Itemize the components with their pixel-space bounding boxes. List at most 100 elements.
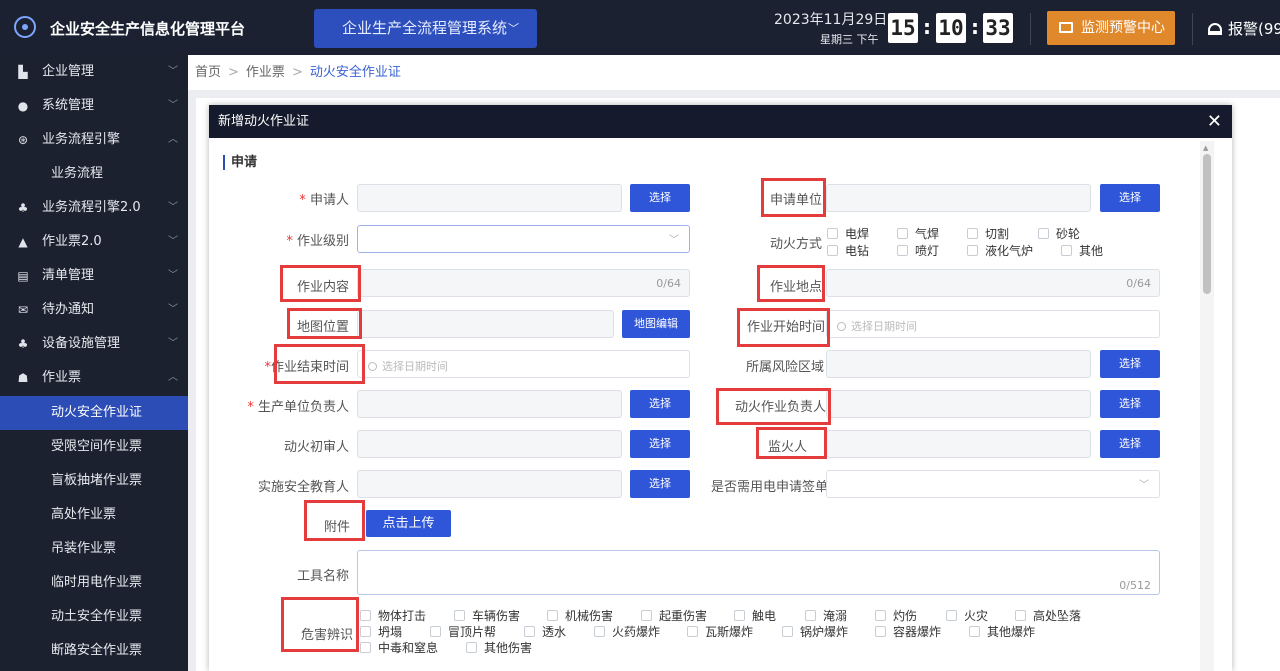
breadcrumb: 首页 > 作业票 > 动火安全作业证 [188, 55, 1280, 90]
fire-leader-input[interactable] [826, 390, 1091, 418]
hazard-checkbox[interactable]: 容器爆炸 [875, 623, 941, 640]
fire-method-checkbox[interactable]: 液化气炉 [967, 242, 1033, 259]
highlight-box [274, 344, 365, 384]
sidebar-item-devices[interactable]: ♣ 设备设施管理 ﹀ [0, 327, 188, 361]
hazard-checkbox[interactable]: 高处坠落 [1015, 607, 1081, 624]
applicant-input[interactable] [357, 184, 622, 212]
sidebar-item-flow-engine[interactable]: ⊛ 业务流程引擎 ︿ [0, 123, 188, 157]
hazard-checkbox[interactable]: 车辆伤害 [454, 607, 520, 624]
fire-method-checkbox[interactable]: 气焊 [897, 225, 939, 242]
system-select[interactable]: 企业生产全流程管理系统 ﹀ [314, 9, 537, 48]
hazard-checkbox[interactable]: 透水 [524, 623, 566, 640]
hazard-checkbox[interactable]: 淹溺 [805, 607, 847, 624]
breadcrumb-separator: > [228, 65, 239, 80]
sidebar-item-label: 业务流程引擎2.0 [42, 200, 141, 215]
clock-icon [837, 322, 846, 331]
monitor-icon [1059, 22, 1073, 33]
fire-reviewer-select-button[interactable]: 选择 [630, 430, 690, 458]
mail-icon: ✉ [17, 303, 29, 317]
sidebar-item-todo[interactable]: ✉ 待办通知 ﹀ [0, 293, 188, 327]
fire-method-checkbox[interactable]: 切割 [967, 225, 1009, 242]
safety-educator-input[interactable] [357, 470, 622, 498]
prod-leader-input[interactable] [357, 390, 622, 418]
work-level-select[interactable]: ﹀ [357, 225, 690, 253]
hazard-checkbox[interactable]: 锅炉爆炸 [782, 623, 848, 640]
hazard-checkbox[interactable]: 起重伤害 [641, 607, 707, 624]
sidebar-item-flow-engine-2[interactable]: ♣ 业务流程引擎2.0 ﹀ [0, 191, 188, 225]
sidebar-item-hot-work[interactable]: 动火安全作业证 [0, 396, 188, 430]
safety-educator-select-button[interactable]: 选择 [630, 470, 690, 498]
close-icon[interactable]: ✕ [1207, 105, 1222, 138]
fire-leader-select-button[interactable]: 选择 [1100, 390, 1160, 418]
upload-button[interactable]: 点击上传 [366, 510, 451, 537]
hazard-checkbox[interactable]: 灼伤 [875, 607, 917, 624]
sidebar-item-excavation[interactable]: 动土安全作业票 [0, 600, 188, 634]
hazard-checkbox[interactable]: 中毒和窒息 [360, 639, 438, 656]
hazard-checkbox[interactable]: 火灾 [946, 607, 988, 624]
sidebar-item-label: 临时用电作业票 [51, 575, 143, 590]
hazard-checkbox[interactable]: 坍塌 [360, 623, 402, 640]
breadcrumb-ticket[interactable]: 作业票 [246, 65, 285, 80]
scroll-up-icon[interactable]: ▲ [1203, 144, 1208, 152]
applicant-select-button[interactable]: 选择 [630, 184, 690, 212]
sidebar-item-label: 待办通知 [42, 302, 95, 317]
apply-unit-select-button[interactable]: 选择 [1100, 184, 1160, 212]
sidebar-item-checklist[interactable]: ▤ 清单管理 ﹀ [0, 259, 188, 293]
map-edit-button[interactable]: 地图编辑 [622, 310, 690, 338]
prod-leader-label: * 生产单位负责人 [247, 400, 349, 415]
sidebar-item-lifting[interactable]: 吊装作业票 [0, 532, 188, 566]
fire-watcher-select-button[interactable]: 选择 [1100, 430, 1160, 458]
clock-colon: : [971, 15, 979, 39]
hazard-checkbox[interactable]: 其他爆炸 [969, 623, 1035, 640]
hazard-checkbox[interactable]: 火药爆炸 [594, 623, 660, 640]
hazard-checkbox[interactable]: 瓦斯爆炸 [687, 623, 753, 640]
fire-method-checkbox[interactable]: 其他 [1061, 242, 1103, 259]
sidebar-item-ticket[interactable]: ☗ 作业票 ︿ [0, 361, 188, 395]
modal-scrollbar[interactable]: ▲ [1200, 141, 1214, 671]
sidebar-item-label: 系统管理 [42, 98, 95, 113]
sidebar-item-confined-space[interactable]: 受限空间作业票 [0, 430, 188, 464]
sidebar-item-temp-power[interactable]: 临时用电作业票 [0, 566, 188, 600]
sidebar-item-system[interactable]: ● 系统管理 ﹀ [0, 89, 188, 123]
scrollbar-thumb[interactable] [1203, 154, 1211, 294]
need-power-select[interactable]: ﹀ [826, 470, 1160, 498]
map-position-input[interactable] [357, 310, 614, 338]
system-select-label: 企业生产全流程管理系统 [342, 19, 508, 37]
tool-name-textarea[interactable]: 0/512 [357, 550, 1160, 595]
fire-method-checkbox[interactable]: 电焊 [827, 225, 869, 242]
hazard-checkbox[interactable]: 机械伤害 [547, 607, 613, 624]
fire-method-checkbox[interactable]: 喷灯 [897, 242, 939, 259]
sidebar-item-height-work[interactable]: 高处作业票 [0, 498, 188, 532]
fire-watcher-input[interactable] [826, 430, 1091, 458]
alarm-button[interactable]: 报警(99 [1208, 18, 1280, 39]
work-content-input[interactable]: 0/64 [357, 269, 690, 297]
start-time-picker[interactable]: 选择日期时间 [826, 310, 1160, 338]
apply-unit-input[interactable] [826, 184, 1091, 212]
chevron-down-icon: ﹀ [168, 304, 178, 315]
fire-method-checkbox[interactable]: 电钻 [827, 242, 869, 259]
risk-area-input[interactable] [826, 350, 1091, 378]
sidebar-item-road-break[interactable]: 断路安全作业票 [0, 634, 188, 668]
risk-area-select-button[interactable]: 选择 [1100, 350, 1160, 378]
modal-header: 新增动火作业证 ✕ [209, 105, 1232, 138]
end-time-picker[interactable]: 选择日期时间 [357, 350, 690, 378]
highlight-box [756, 427, 827, 459]
fire-method-checkbox[interactable]: 砂轮 [1038, 225, 1080, 242]
hazard-checkbox[interactable]: 物体打击 [360, 607, 426, 624]
hazard-checkbox[interactable]: 冒顶片帮 [430, 623, 496, 640]
work-location-input[interactable]: 0/64 [826, 269, 1160, 297]
fire-reviewer-input[interactable] [357, 430, 622, 458]
hazard-checkbox[interactable]: 触电 [734, 607, 776, 624]
chevron-down-icon: ﹀ [1139, 480, 1149, 491]
monitor-center-button[interactable]: 监测预警中心 [1047, 11, 1175, 45]
breadcrumb-home[interactable]: 首页 [195, 65, 221, 80]
prod-leader-select-button[interactable]: 选择 [630, 390, 690, 418]
divider [1192, 13, 1193, 45]
sidebar-item-ticket-2[interactable]: ▲ 作业票2.0 ﹀ [0, 225, 188, 259]
sidebar-item-enterprise[interactable]: ▙ 企业管理 ﹀ [0, 55, 188, 89]
sidebar-item-flow[interactable]: 业务流程 [0, 157, 188, 191]
sidebar-item-label: 清单管理 [42, 268, 95, 283]
char-counter: 0/512 [1119, 579, 1151, 592]
hazard-checkbox[interactable]: 其他伤害 [466, 639, 532, 656]
sidebar-item-blind-plate[interactable]: 盲板抽堵作业票 [0, 464, 188, 498]
